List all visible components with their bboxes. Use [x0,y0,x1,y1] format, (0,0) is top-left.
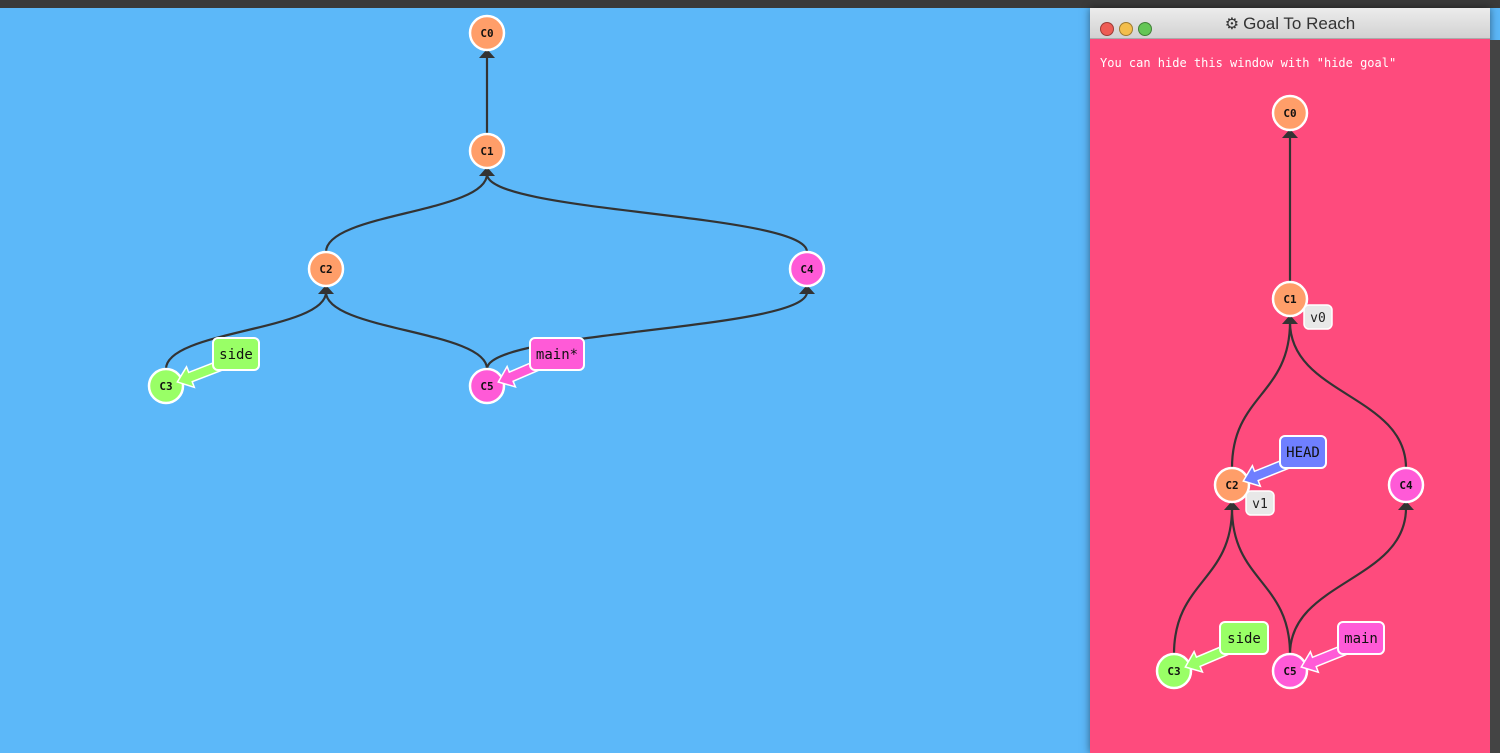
goal-commit-C5-label: C5 [1283,665,1296,678]
goal-commit-C2-label: C2 [1225,479,1238,492]
goal-commit-C0[interactable]: C0 [1271,94,1309,132]
goal-window: ⚙ Goal To Reach You can hide this window … [1090,8,1490,753]
goal-commit-C1[interactable]: C1 [1271,280,1309,318]
goal-tag-v1[interactable]: v1 [1245,490,1275,516]
goal-branch-side-label: side [1227,631,1261,647]
main-commit-C4[interactable]: C4 [788,250,826,288]
goal-commit-C0-label: C0 [1283,107,1296,120]
goal-commit-C2[interactable]: C2 [1213,466,1251,504]
main-commit-C5-label: C5 [480,380,493,393]
goal-branch-HEAD-label: HEAD [1286,445,1320,461]
main-commit-C3[interactable]: C3 [147,367,185,405]
main-commit-C2[interactable]: C2 [307,250,345,288]
goal-branch-main-label: main [1344,631,1378,647]
window-edge [1490,40,1500,753]
goal-edges [1172,129,1414,655]
main-commit-C4-label: C4 [800,263,814,276]
main-branch-main-label: main* [536,347,578,363]
main-commit-tree: C0 C1 C2 C4 C3 C5 side main* [147,14,826,405]
goal-commit-C5[interactable]: C5 [1271,652,1309,690]
main-edge-C4-C1 [485,173,809,253]
main-commit-C2-label: C2 [319,263,332,276]
main-commit-C0-label: C0 [480,27,493,40]
goal-tag-v0-label: v0 [1310,311,1326,326]
goal-branch-main[interactable]: main [1300,621,1385,674]
main-commit-C5[interactable]: C5 [468,367,506,405]
main-commit-C1-label: C1 [480,145,494,158]
goal-commit-tree: C0 C1 C2 C4 C3 C5 v0 v1 HEAD side main [1155,94,1425,690]
main-commit-C1[interactable]: C1 [468,132,506,170]
goal-commit-C4[interactable]: C4 [1387,466,1425,504]
goal-branch-HEAD[interactable]: HEAD [1242,435,1327,488]
goal-commit-C3-label: C3 [1167,665,1180,678]
main-branch-main[interactable]: main* [497,337,585,389]
goal-tag-v1-label: v1 [1252,497,1268,512]
main-branch-side[interactable]: side [176,337,260,389]
main-branch-side-label: side [219,347,253,363]
goal-commit-C3[interactable]: C3 [1155,652,1193,690]
main-commit-C0[interactable]: C0 [468,14,506,52]
main-edge-C5-C2 [324,291,489,370]
main-edges [164,49,815,370]
goal-commit-C4-label: C4 [1399,479,1413,492]
main-edge-C2-C1 [324,173,489,253]
goal-tag-v0[interactable]: v0 [1303,304,1333,330]
goal-commit-C1-label: C1 [1283,293,1297,306]
goal-branch-side[interactable]: side [1184,621,1269,674]
main-commit-C3-label: C3 [159,380,172,393]
